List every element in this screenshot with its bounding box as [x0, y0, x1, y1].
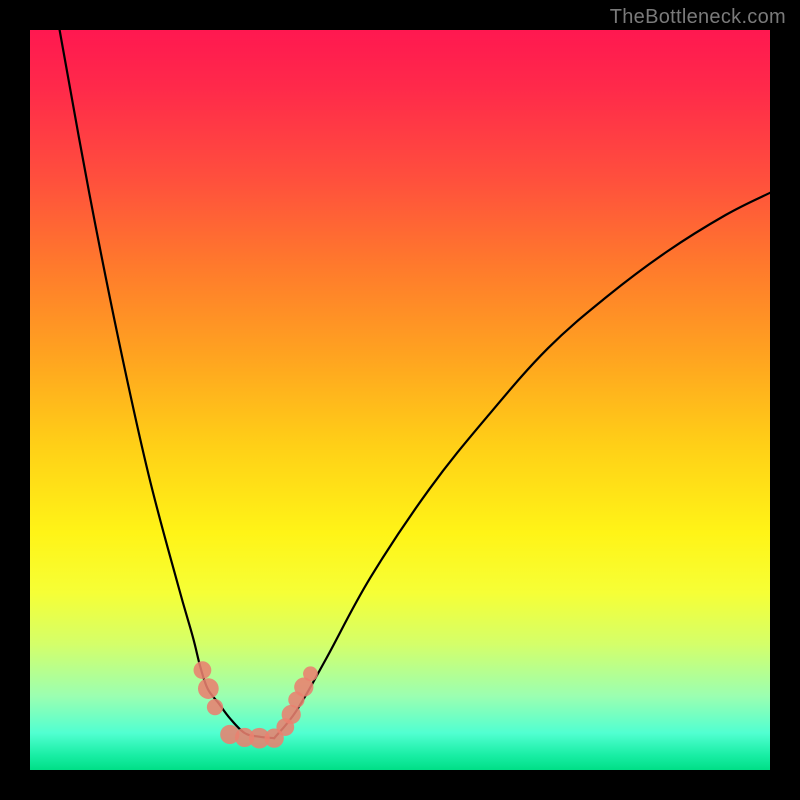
- watermark-text: TheBottleneck.com: [610, 6, 786, 29]
- valley-marker: [207, 699, 223, 715]
- right-curve: [274, 193, 770, 738]
- valley-marker: [198, 678, 219, 699]
- valley-marker: [303, 666, 318, 681]
- marker-group: [194, 661, 318, 748]
- plot-area: [30, 30, 770, 770]
- valley-marker: [282, 705, 301, 724]
- curve-layer: [30, 30, 770, 770]
- valley-marker: [194, 661, 212, 679]
- left-curve: [60, 30, 275, 738]
- chart-stage: TheBottleneck.com: [0, 0, 800, 800]
